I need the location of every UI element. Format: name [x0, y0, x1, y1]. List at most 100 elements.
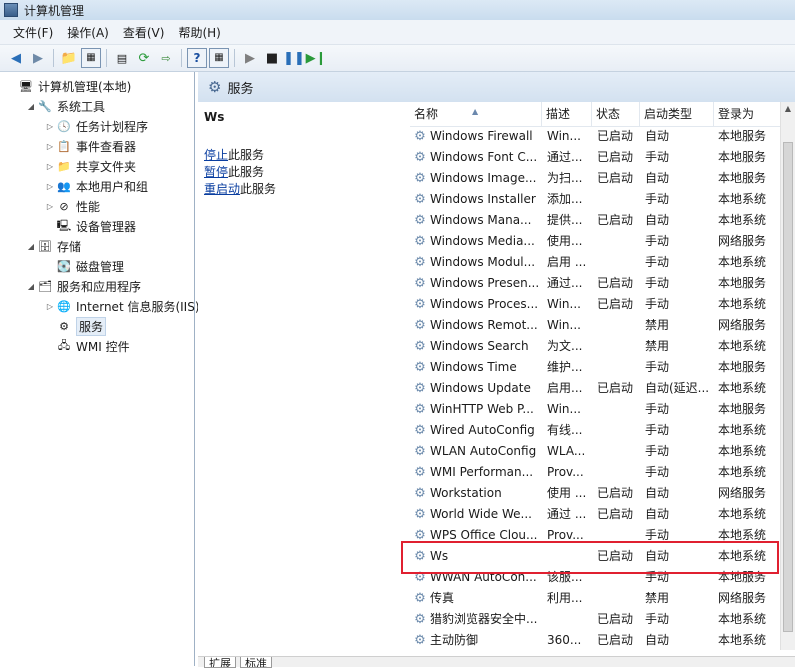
restart-service-link[interactable]: 重启动 [204, 182, 240, 196]
column-header-log-on-as[interactable]: 登录为 [714, 102, 780, 126]
expand-arrow-icon[interactable]: ▷ [44, 302, 56, 311]
restart-service-icon[interactable]: ▶❙ [306, 48, 327, 68]
tree-item[interactable]: ▷ 📋 事件查看器 [44, 136, 136, 156]
service-gear-icon: ⚙ [414, 486, 426, 501]
pause-service-icon[interactable]: ❚❚ [283, 48, 305, 68]
column-header-name[interactable]: 名称 ▲ [410, 102, 542, 126]
stop-service-link[interactable]: 停止 [204, 148, 228, 162]
pause-service-link[interactable]: 暂停 [204, 165, 228, 179]
tree-item[interactable]: 🖧 WMI 控件 [44, 336, 130, 356]
scroll-up-icon[interactable]: ▲ [781, 104, 795, 113]
table-row[interactable]: ⚙ Windows Time 维护... 手动 本地服务 [410, 357, 780, 378]
shared-folder-icon: 📁 [57, 159, 71, 173]
table-row[interactable]: ⚙ Windows Update 启用... 已启动 自动(延迟... 本地系统 [410, 378, 780, 399]
service-log-on-as: 本地服务 [718, 276, 767, 290]
properties-icon[interactable]: ▤ [112, 48, 132, 68]
table-row[interactable]: ⚙ WMI Performan... Prov... 手动 本地系统 [410, 462, 780, 483]
service-name-cell: ⚙ Windows Search [413, 336, 541, 357]
table-row[interactable]: ⚙ Windows Presen... 通过... 已启动 手动 本地服务 [410, 273, 780, 294]
service-status [597, 231, 643, 252]
tree-item[interactable]: ▷ ⊘ 性能 [44, 196, 100, 216]
table-row[interactable]: ⚙ WWAN AutoCon... 该服... 手动 本地服务 [410, 567, 780, 588]
tree-item-label: 事件查看器 [76, 139, 137, 154]
tree-item[interactable]: ▷ 👥 本地用户和组 [44, 176, 148, 196]
table-row[interactable]: ⚙ Windows Mana... 提供... 已启动 自动 本地系统 [410, 210, 780, 231]
refresh-icon[interactable]: ⟳ [134, 48, 154, 68]
expand-arrow-icon[interactable]: ▷ [44, 202, 56, 211]
table-row[interactable]: ⚙ Ws 已启动 自动 本地系统 [410, 546, 780, 567]
expand-arrow-icon[interactable]: ▷ [44, 122, 56, 131]
table-row[interactable]: ⚙ 猎豹浏览器安全中... 已启动 手动 本地系统 [410, 609, 780, 630]
service-startup-type: 禁用 [645, 591, 670, 605]
table-row[interactable]: ⚙ WLAN AutoConfig WLA... 手动 本地系统 [410, 441, 780, 462]
vertical-scrollbar[interactable]: ▲ [780, 102, 795, 650]
service-log-on-as: 网络服务 [718, 234, 767, 248]
service-gear-icon: ⚙ [414, 129, 426, 144]
tree-item[interactable]: ▷ 🌐 Internet 信息服务(IIS)管 [44, 296, 212, 316]
menu-file[interactable]: 文件(F) [6, 24, 60, 41]
table-row[interactable]: ⚙ Workstation 使用 ... 已启动 自动 网络服务 [410, 483, 780, 504]
show-action-pane-icon[interactable]: ▦ [209, 48, 229, 68]
scrollbar-thumb[interactable] [783, 142, 793, 632]
tree-item[interactable]: ▷ 📁 共享文件夹 [44, 156, 136, 176]
tree-item[interactable]: ◢ 🗂 服务和应用程序 [25, 276, 141, 296]
expand-arrow-icon[interactable]: ◢ [25, 282, 37, 291]
table-row[interactable]: ⚙ Windows Search 为文... 禁用 本地系统 [410, 336, 780, 357]
tree-item[interactable]: ⚙ 服务 [44, 316, 107, 336]
table-row[interactable]: ⚙ Windows Firewall Win... 已启动 自动 本地服务 [410, 126, 780, 147]
column-header-status[interactable]: 状态 [592, 102, 640, 126]
service-name: Windows Modul... [430, 255, 536, 269]
tree-item-label: 服务和应用程序 [57, 279, 142, 294]
service-name: Wired AutoConfig [430, 423, 535, 437]
up-folder-icon[interactable]: 📁 [59, 48, 79, 68]
back-arrow-icon[interactable]: ◀ [6, 48, 26, 68]
expand-arrow-icon[interactable]: ▷ [44, 182, 56, 191]
service-name: 猎豹浏览器安全中... [430, 612, 538, 626]
table-row[interactable]: ⚙ World Wide We... 通过 ... 已启动 自动 本地系统 [410, 504, 780, 525]
gear-icon: ⚙ [59, 319, 69, 333]
table-row[interactable]: ⚙ Windows Proces... Win... 已启动 手动 本地系统 [410, 294, 780, 315]
expand-arrow-icon[interactable]: ▷ [44, 162, 56, 171]
service-gear-icon: ⚙ [414, 171, 426, 186]
tab-extended[interactable]: 扩展 [204, 657, 236, 668]
tree-item[interactable]: ◢ 🔧 系统工具 [25, 96, 105, 116]
export-list-icon[interactable]: ⇨ [156, 48, 176, 68]
service-gear-icon: ⚙ [414, 255, 426, 270]
table-row[interactable]: ⚙ Windows Installer 添加... 手动 本地系统 [410, 189, 780, 210]
tree-item-label: 性能 [76, 199, 101, 214]
expand-arrow-icon[interactable]: ▷ [44, 142, 56, 151]
expand-arrow-icon[interactable]: ◢ [25, 242, 37, 251]
show-hide-tree-icon[interactable]: ▦ [81, 48, 101, 68]
service-name: WWAN AutoCon... [430, 570, 537, 584]
menu-help[interactable]: 帮助(H) [171, 24, 227, 41]
table-row[interactable]: ⚙ 传真 利用... 禁用 网络服务 [410, 588, 780, 609]
table-row[interactable]: ⚙ Windows Font C... 通过... 已启动 手动 本地服务 [410, 147, 780, 168]
column-header-startup-type[interactable]: 启动类型 [640, 102, 714, 126]
menu-view[interactable]: 查看(V) [116, 24, 172, 41]
table-row[interactable]: ⚙ Wired AutoConfig 有线... 手动 本地系统 [410, 420, 780, 441]
service-name-cell: ⚙ Windows Remot... [413, 315, 541, 336]
tree-item[interactable]: 🖥 计算机管理(本地) [6, 76, 131, 96]
table-row[interactable]: ⚙ Windows Remot... Win... 禁用 网络服务 [410, 315, 780, 336]
service-description: 使用 ... [547, 486, 587, 500]
table-row[interactable]: ⚙ WPS Office Clou... Prov... 手动 本地系统 [410, 525, 780, 546]
stop-service-icon[interactable]: ■ [262, 48, 282, 68]
column-header-description[interactable]: 描述 [542, 102, 592, 126]
tree-item[interactable]: 💽 磁盘管理 [44, 256, 124, 276]
services-pane: ⚙ 服务 Ws 停止此服务 暂停此服务 重启动此服务 名称 ▲ 描述 状态 启动… [198, 72, 795, 668]
tree-item[interactable]: ▷ 🕓 任务计划程序 [44, 116, 148, 136]
table-row[interactable]: ⚙ Windows Media... 使用... 手动 网络服务 [410, 231, 780, 252]
tree-item[interactable]: 🖳 设备管理器 [44, 216, 136, 236]
expand-arrow-icon[interactable]: ◢ [25, 102, 37, 111]
forward-arrow-icon[interactable]: ▶ [28, 48, 48, 68]
table-row[interactable]: ⚙ Windows Image... 为扫... 已启动 自动 本地服务 [410, 168, 780, 189]
help-icon[interactable]: ? [187, 48, 207, 68]
table-row[interactable]: ⚙ 主动防御 360... 已启动 自动 本地系统 [410, 630, 780, 650]
tree-item[interactable]: ◢ 🗄 存储 [25, 236, 81, 256]
menu-action[interactable]: 操作(A) [60, 24, 116, 41]
start-service-icon[interactable]: ▶ [240, 48, 260, 68]
table-row[interactable]: ⚙ WinHTTP Web P... Win... 手动 本地服务 [410, 399, 780, 420]
tab-standard[interactable]: 标准 [240, 657, 272, 668]
service-startup-type: 手动 [645, 612, 670, 626]
table-row[interactable]: ⚙ Windows Modul... 启用 ... 手动 本地系统 [410, 252, 780, 273]
